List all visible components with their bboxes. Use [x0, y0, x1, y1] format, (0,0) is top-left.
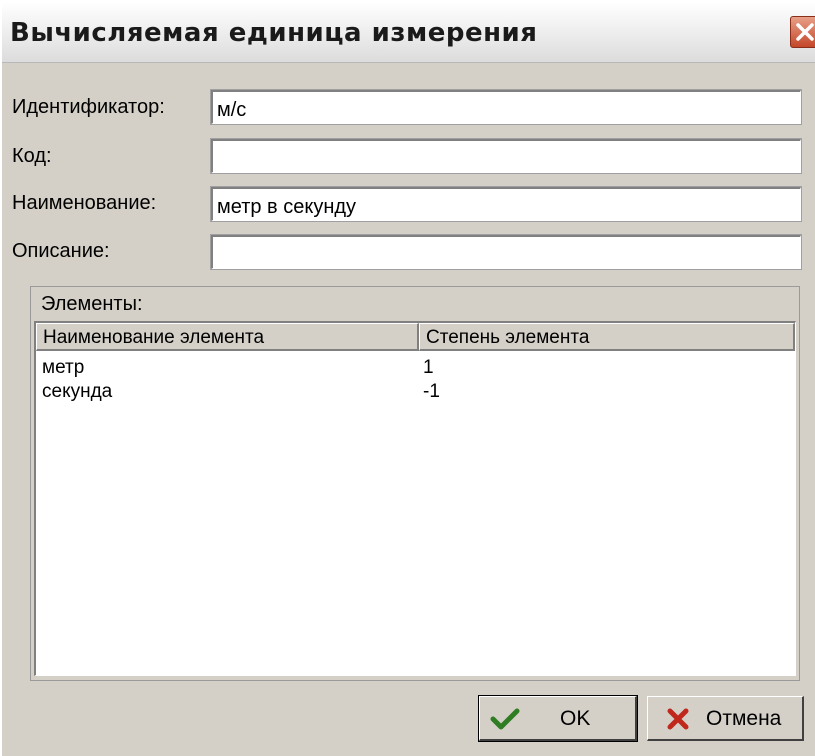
column-header-element-power[interactable]: Степень элемента — [419, 323, 795, 351]
identifier-field[interactable]: м/с — [210, 89, 802, 125]
dialog-window: Вычисляемая единица измерения Идентифика… — [0, 0, 815, 756]
ok-button-label: OK — [560, 707, 591, 730]
list-item-power[interactable]: 1 — [423, 357, 434, 379]
cancel-button[interactable]: Отмена — [647, 696, 804, 741]
code-label: Код: — [12, 145, 52, 167]
close-button[interactable] — [790, 16, 815, 48]
ok-button[interactable]: OK — [478, 695, 638, 742]
name-label: Наименование: — [12, 192, 157, 214]
cross-icon — [666, 707, 690, 737]
elements-list[interactable]: Наименование элемента Степень элемента м… — [34, 321, 796, 676]
description-label: Описание: — [12, 240, 110, 262]
identifier-label: Идентификатор: — [12, 96, 165, 118]
code-field[interactable] — [210, 138, 802, 174]
elements-group: Элементы: Наименование элемента Степень … — [30, 286, 800, 681]
cancel-button-label: Отмена — [706, 707, 782, 730]
elements-group-label: Элементы: — [41, 293, 143, 315]
name-field[interactable]: метр в секунду — [210, 186, 802, 222]
list-item-power[interactable]: -1 — [423, 381, 440, 403]
list-item-name[interactable]: секунда — [42, 381, 112, 403]
description-field[interactable] — [210, 234, 802, 270]
list-item-name[interactable]: метр — [42, 357, 84, 379]
close-icon — [796, 23, 814, 41]
title-bar[interactable]: Вычисляемая единица измерения — [2, 2, 815, 63]
window-title: Вычисляемая единица измерения — [10, 18, 538, 48]
column-header-element-name[interactable]: Наименование элемента — [36, 323, 419, 351]
checkmark-icon — [490, 707, 520, 737]
